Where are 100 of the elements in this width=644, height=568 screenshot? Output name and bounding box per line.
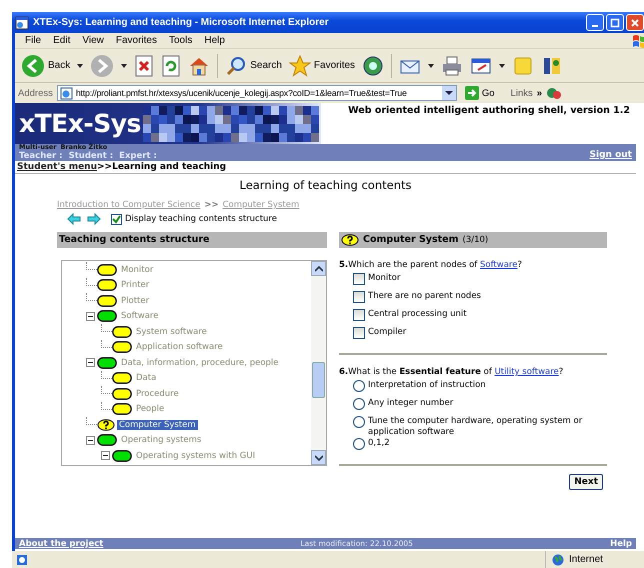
question-text: 6.What is the Essential feature of Utility software? [339,367,564,377]
page-heading: Learning of teaching contents [238,178,413,192]
question-text: 5.Which are the parent nodes of Software? [339,260,523,270]
term-link[interactable]: Utility software [494,367,559,377]
collapse-toggle[interactable] [86,312,95,321]
question-icon [341,234,359,246]
nav-link[interactable]: Expert : [119,151,157,161]
answer-checkbox[interactable] [353,309,365,321]
tree-item[interactable]: Plotter [119,296,152,306]
site-logo: xTEx-Sys [19,109,141,138]
nav-link[interactable]: Teacher : [19,151,63,161]
collapse-toggle[interactable] [101,451,110,460]
search-icon [225,54,248,76]
links-button[interactable]: Links [504,88,533,98]
answer-radio[interactable] [353,438,365,450]
caret-icon[interactable] [499,64,506,68]
collapse-toggle[interactable] [86,358,95,368]
concept-node-icon [112,341,132,354]
address-label: Address [18,88,53,98]
browser-page-icon [15,16,29,30]
answer-radio[interactable] [353,380,365,392]
display-structure-checkbox[interactable] [111,214,122,224]
nav-link[interactable]: Student : [68,151,114,161]
answer-radio[interactable] [353,416,365,428]
tree-item[interactable]: Operating systems [119,435,204,446]
sign-out-link[interactable]: Sign out [590,150,632,161]
tree-item[interactable]: Application software [134,342,225,352]
tree-item[interactable]: Software [119,311,160,322]
concept-node-icon [112,326,132,338]
close-icon [630,18,640,28]
group-node-icon [112,450,132,462]
concept-node-icon [97,279,117,292]
scroll-thumb[interactable] [312,362,325,398]
window-title: XTEx-Sys: Learning and teaching - Microsoft Internet Explorer [33,17,330,28]
breadcrumb-link[interactable]: Student's menu [17,162,97,172]
more-links-button[interactable]: » [536,88,542,98]
windows-flag-icon [632,34,644,48]
answer-radio[interactable] [353,398,365,410]
tree-item[interactable]: Monitor [119,264,156,275]
scroll-down-icon[interactable] [314,454,322,460]
go-button[interactable]: Go [460,86,501,100]
answer-option: Tune the computer hardware, operating system or application software [368,416,607,438]
answer-option: Compiler [368,327,406,338]
about-link[interactable]: About the project [19,538,104,548]
tree-item[interactable]: Operating systems with GUI [134,450,258,461]
star-icon [288,54,311,76]
section-header: Teaching contents structure [57,232,327,248]
help-link[interactable]: Help [610,538,632,548]
tree-item[interactable]: Data [134,373,158,384]
back-arrow-icon[interactable] [67,213,81,225]
tree-item[interactable]: Computer System [117,420,198,430]
page-icon [16,554,28,566]
group-node-icon [97,356,117,369]
tree-item[interactable]: People [134,404,166,414]
caret-icon[interactable] [77,64,84,68]
checkbox-label: Display teaching contents structure [125,214,277,224]
menu-item[interactable]: Help [198,35,231,46]
path-link[interactable]: Computer System [222,200,300,210]
collapse-toggle[interactable] [86,436,95,445]
back-icon [21,54,45,78]
caret-icon[interactable] [428,64,434,68]
next-button[interactable]: Next [569,474,603,490]
answer-option: Monitor [368,273,400,284]
globe-icon [552,554,564,566]
menu-item[interactable]: Tools [162,35,198,46]
path-separator: >> [204,200,219,210]
path-link[interactable]: Introduction to Computer Science [57,200,200,210]
answer-option: Interpretation of instruction [368,380,486,391]
menu-item[interactable]: Favorites [110,35,163,46]
toolbar-button[interactable]: Favorites [286,54,358,76]
answer-checkbox[interactable] [353,291,365,303]
group-node-icon [97,310,117,322]
toolbar-button[interactable]: Search [223,54,284,76]
question-node-icon [97,418,115,431]
caret-icon[interactable] [121,64,128,68]
toolbar-button[interactable]: Back [19,54,72,78]
tree-item[interactable]: System software [134,326,209,337]
minimize-icon [592,24,598,26]
menu-item[interactable]: Edit [47,35,76,46]
address-field[interactable]: http://proliant.pmfst.hr/xtexsys/ucenik/ucenje_kolegij.aspx?coID=1&learn=True&test=True [56,85,457,101]
concept-node-icon [112,372,132,384]
close-button[interactable] [626,14,644,31]
scroll-up-icon[interactable] [314,266,322,272]
maximize-button[interactable] [606,14,624,31]
tree-item[interactable]: Data, information, procedure, people [119,358,281,368]
minimize-button[interactable] [586,14,604,31]
concept-node-icon [97,264,117,276]
answer-option: There are no parent nodes [368,291,481,302]
breadcrumb-current: >>Learning and teaching [97,162,226,172]
forward-arrow-icon[interactable] [87,213,101,225]
menu-item[interactable]: View [76,35,110,46]
answer-checkbox[interactable] [353,327,365,339]
page-icon [60,86,73,100]
arrow-icon [464,86,479,100]
term-link[interactable]: Software [480,260,518,270]
menu-item[interactable]: File [19,35,48,46]
scrollbar[interactable] [311,261,326,465]
answer-checkbox[interactable] [353,273,365,285]
tree-item[interactable]: Procedure [134,388,181,399]
tree-item[interactable]: Printer [119,280,152,290]
